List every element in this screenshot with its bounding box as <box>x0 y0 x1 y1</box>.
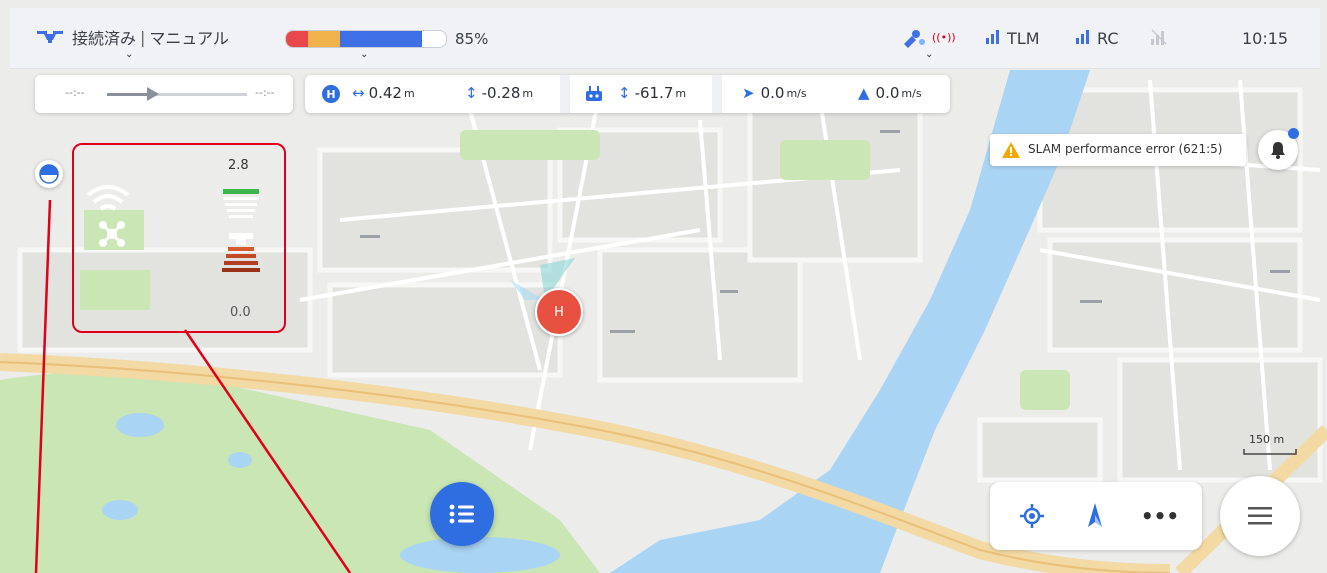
app-screen: 接続済み | マニュアル ⌄ 85% ⌄ ((•)) ⌄ TLM RC 10:1… <box>0 0 1327 573</box>
annotation-callout-lines <box>34 199 352 573</box>
